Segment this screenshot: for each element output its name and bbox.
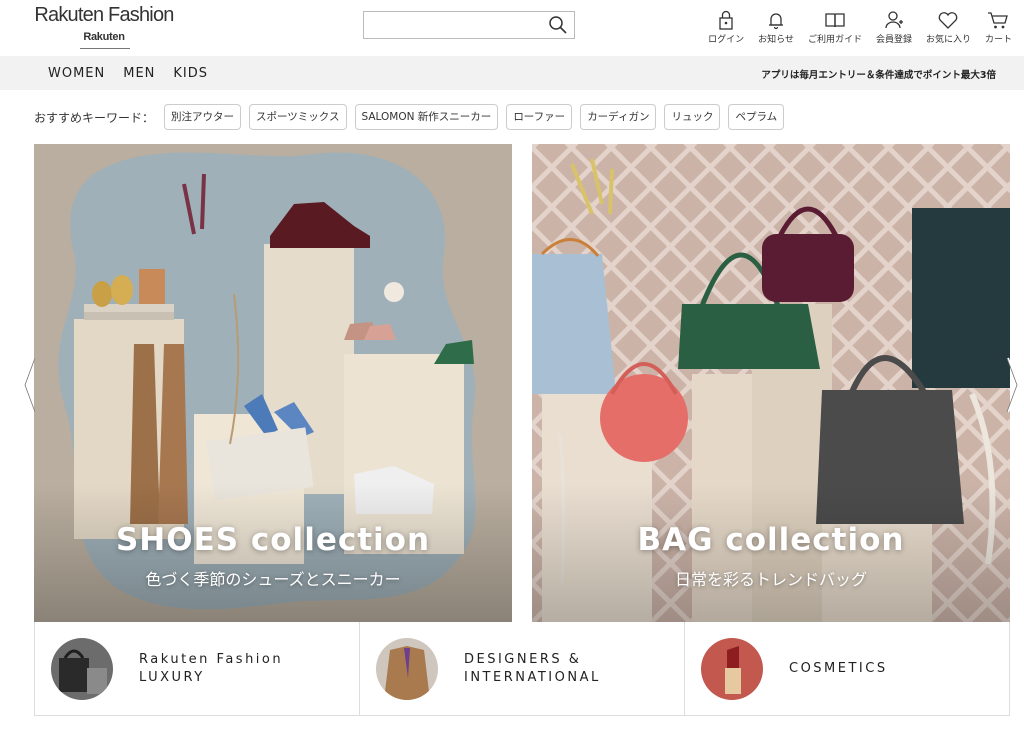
rakuten-fashion-logo[interactable]: Rakuten Fashion Rakuten xyxy=(34,4,174,50)
bag-banner-title: BAG collection xyxy=(637,522,905,558)
category-nav-bar: WOMEN MEN KIDS アプリは毎月エントリー＆条件達成でポイント最大3倍 xyxy=(0,56,1024,90)
category-links: Rakuten Fashion LUXURY DESIGNERS & INTER… xyxy=(34,622,1010,716)
bag-collection-banner[interactable]: BAG collection 日常を彩るトレンドバッグ xyxy=(532,144,1010,622)
app-promo-link[interactable]: アプリは毎月エントリー＆条件達成でポイント最大3倍 xyxy=(761,67,996,81)
recommended-keywords: おすすめキーワード： 別注アウター スポーツミックス SALOMON 新作スニー… xyxy=(34,104,792,130)
shoes-banner-title: SHOES collection xyxy=(115,522,431,558)
notifications-button[interactable]: お知らせ xyxy=(758,10,794,46)
member-register-label: 会員登録 xyxy=(875,35,912,45)
keyword-chip[interactable]: ローファー xyxy=(506,104,573,130)
keyword-chip[interactable]: スポーツミックス xyxy=(249,104,347,130)
keyword-chip[interactable]: SALOMON 新作スニーカー xyxy=(354,104,499,130)
cart-button[interactable]: カート xyxy=(985,10,1012,46)
cosmetics-thumbnail xyxy=(701,637,763,700)
favorites-button[interactable]: お気に入り xyxy=(926,10,971,46)
category-designers-international[interactable]: DESIGNERS & INTERNATIONAL xyxy=(360,622,685,715)
keywords-label: おすすめキーワード： xyxy=(34,110,155,125)
carousel-prev-arrow-icon[interactable] xyxy=(22,356,36,414)
login-icon xyxy=(719,10,733,30)
designers-thumbnail xyxy=(376,637,438,700)
shoes-collection-banner[interactable]: SHOES collection 色づく季節のシューズとスニーカー xyxy=(34,144,512,622)
heart-icon xyxy=(939,12,958,29)
member-register-button[interactable]: 会員登録 xyxy=(876,10,912,46)
category-cosmetics-label: COSMETICS xyxy=(789,660,888,676)
luxury-thumbnail xyxy=(51,637,113,700)
carousel-next-arrow-icon[interactable] xyxy=(1006,356,1020,414)
search-input[interactable] xyxy=(364,12,544,38)
keyword-chip[interactable]: カーディガン xyxy=(580,104,657,130)
favorites-label: お気に入り xyxy=(925,35,971,45)
logo-sub-text: Rakuten xyxy=(83,31,125,43)
category-designers-label: DESIGNERS & INTERNATIONAL xyxy=(464,651,601,685)
member-register-icon xyxy=(885,11,903,29)
nav-kids[interactable]: KIDS xyxy=(173,66,208,81)
nav-women[interactable]: WOMEN xyxy=(48,66,105,81)
shoes-banner-subtitle: 色づく季節のシューズとスニーカー xyxy=(145,570,401,589)
cart-label: カート xyxy=(984,35,1012,45)
search-icon[interactable] xyxy=(548,15,568,35)
logo-underline xyxy=(80,48,130,49)
guide-label: ご利用ガイド xyxy=(807,35,862,45)
category-luxury-label: Rakuten Fashion LUXURY xyxy=(139,651,284,685)
login-label: ログイン xyxy=(708,35,745,45)
logo-main-text: Rakuten Fashion xyxy=(34,4,174,26)
search-box xyxy=(363,11,575,39)
login-button[interactable]: ログイン xyxy=(708,10,744,46)
nav-men[interactable]: MEN xyxy=(123,66,155,81)
notifications-label: お知らせ xyxy=(758,35,794,45)
gender-nav: WOMEN MEN KIDS xyxy=(48,56,226,90)
keyword-chip[interactable]: ペプラム xyxy=(728,104,785,130)
guide-button[interactable]: ご利用ガイド xyxy=(808,10,862,46)
cart-icon xyxy=(988,12,1009,29)
header-icon-menu: ログイン お知らせ ご利用ガイド 会員登録 お気に入り カート xyxy=(694,10,1012,46)
guide-book-icon xyxy=(825,13,845,28)
category-cosmetics[interactable]: COSMETICS xyxy=(685,622,1009,715)
bell-icon xyxy=(769,13,784,30)
bag-banner-subtitle: 日常を彩るトレンドバッグ xyxy=(674,570,867,589)
keyword-chip[interactable]: 別注アウター xyxy=(164,104,242,130)
category-luxury[interactable]: Rakuten Fashion LUXURY xyxy=(35,622,360,715)
keyword-chip[interactable]: リュック xyxy=(664,104,721,130)
site-header: Rakuten Fashion Rakuten ログイン お知らせ ご利用ガイド… xyxy=(0,0,1024,56)
